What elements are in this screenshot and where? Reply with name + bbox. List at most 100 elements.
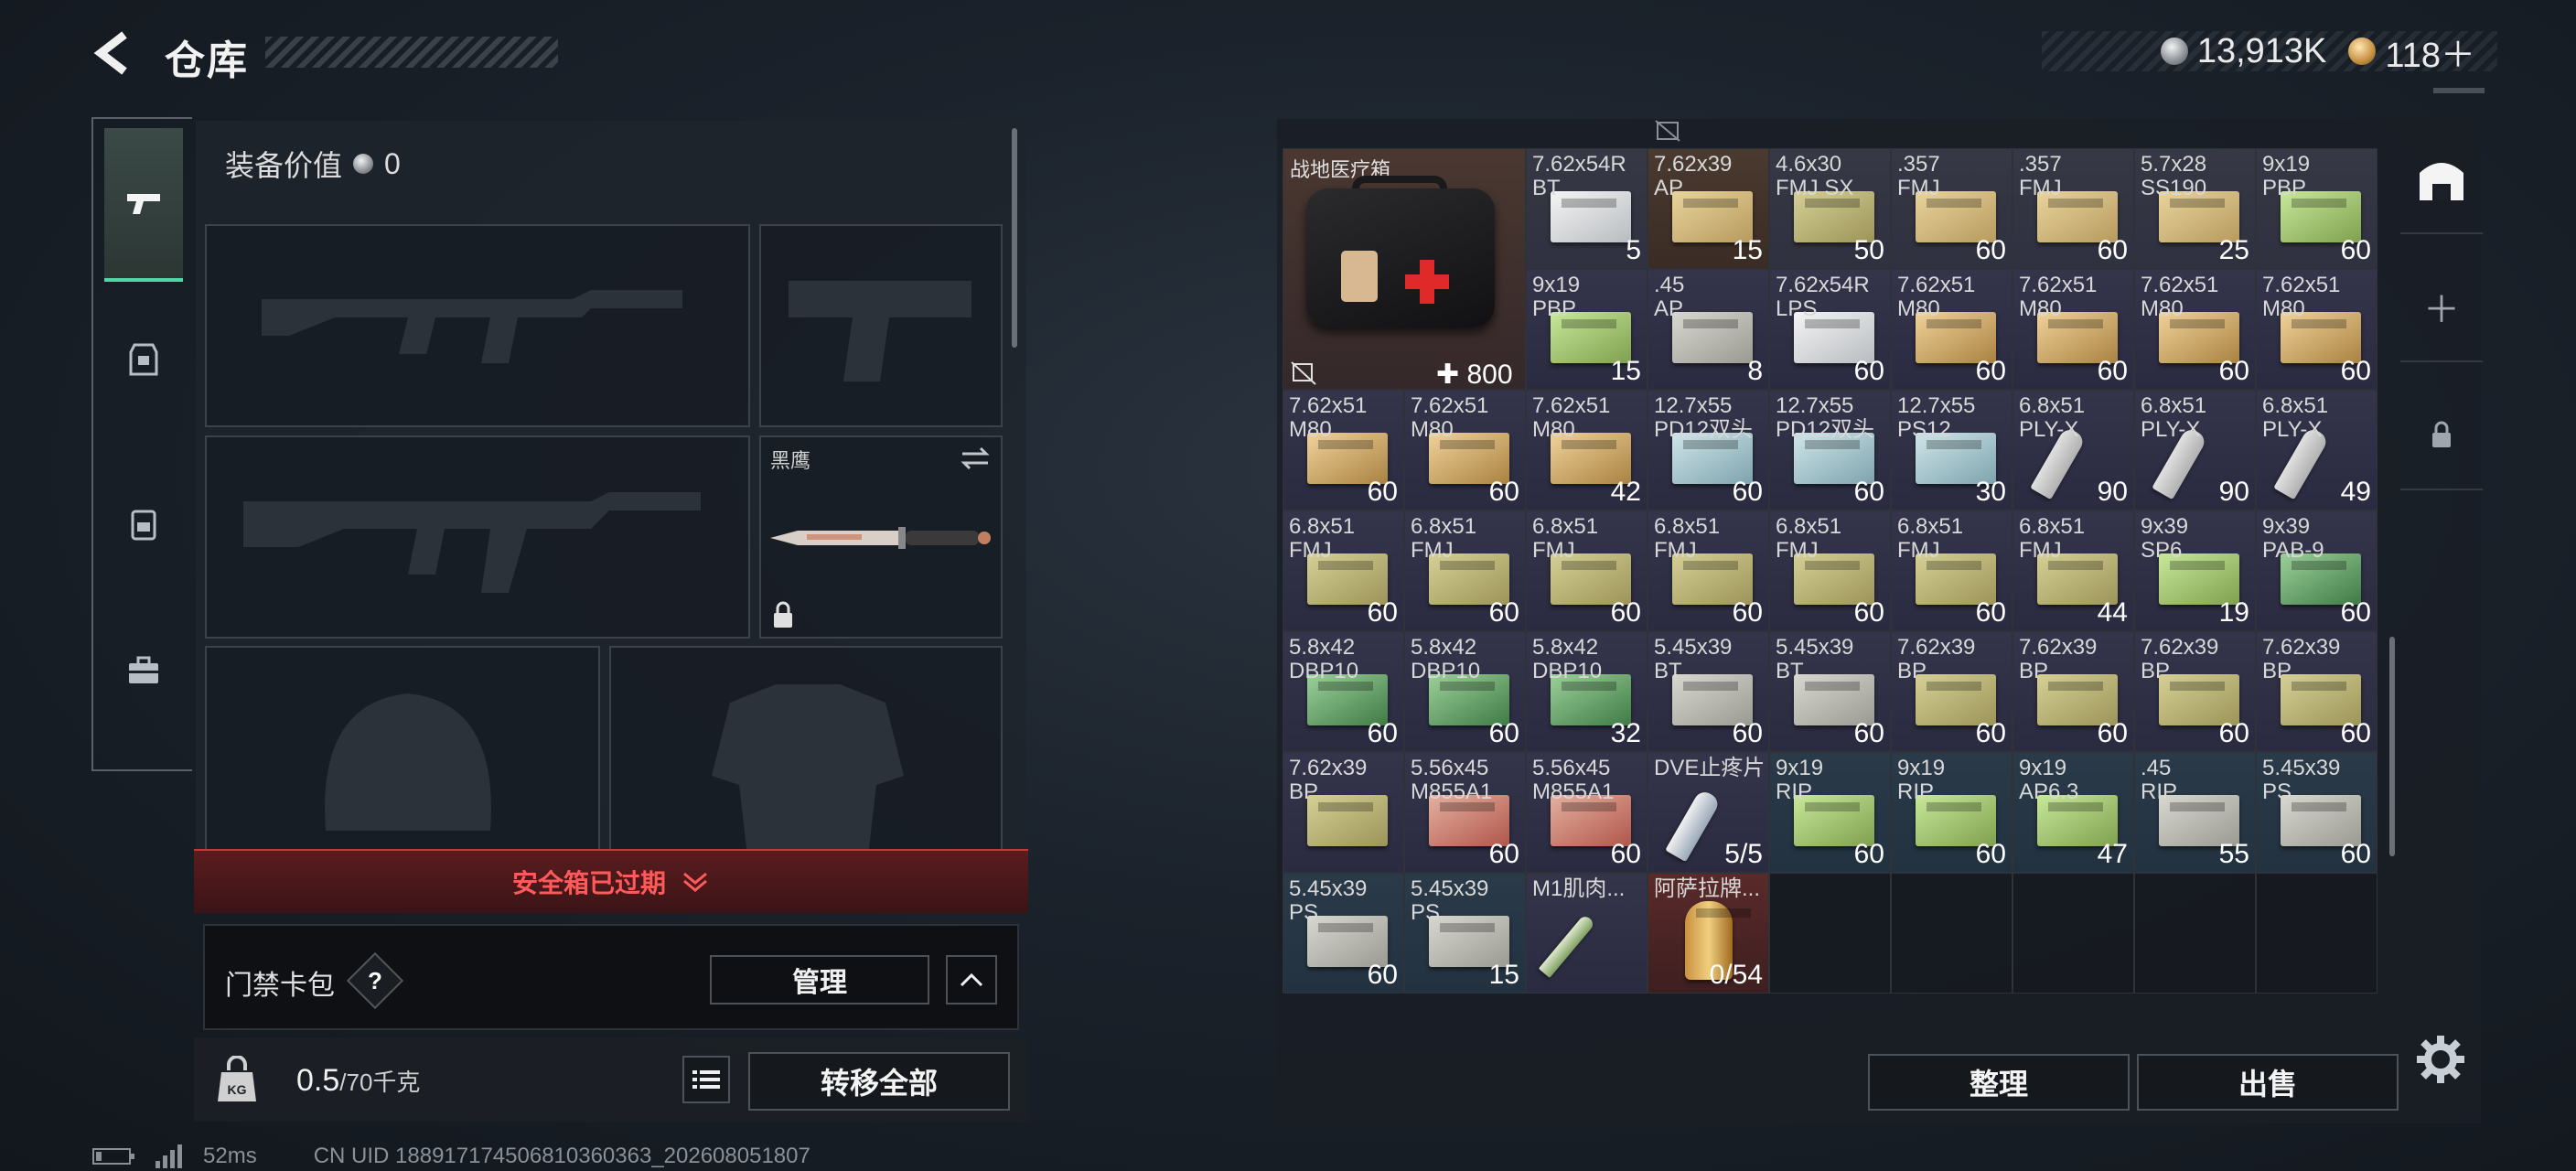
secondary-weapon-slot[interactable] — [205, 435, 750, 639]
stash-scrollbar[interactable] — [2389, 637, 2395, 856]
stash-item[interactable]: 6.8x51 FMJ 60 — [1404, 510, 1526, 631]
stash-item[interactable]: 阿萨拉牌... 0/54 — [1648, 873, 1769, 994]
armor-slot[interactable] — [609, 646, 1003, 864]
collapse-button[interactable] — [946, 955, 997, 1004]
stash-item[interactable]: 7.62x39 BP 60 — [1891, 631, 2012, 752]
stash-item[interactable]: 7.62x39 BP — [1283, 752, 1404, 873]
stash-item[interactable]: 6.8x51 FMJ 60 — [1283, 510, 1404, 631]
primary-weapon-slot[interactable] — [205, 224, 750, 427]
stash-item[interactable]: 9x39 SP6 19 — [2134, 510, 2256, 631]
stash-item[interactable]: 5.45x39 PS 60 — [2256, 752, 2377, 873]
item-count: 44 — [2097, 597, 2128, 628]
stash-item[interactable]: 6.8x51 PLY-X 90 — [2012, 390, 2134, 510]
stash-item[interactable]: 5.45x39 BT 60 — [1769, 631, 1891, 752]
stash-item[interactable]: 6.8x51 FMJ 60 — [1891, 510, 2012, 631]
stash-item[interactable]: 9x19 RIP 60 — [1769, 752, 1891, 873]
stash-item[interactable]: 9x19 PBP 15 — [1526, 269, 1648, 390]
stash-item[interactable]: 7.62x51 M80 60 — [1891, 269, 2012, 390]
stash-item[interactable]: 5.45x39 PS 60 — [1283, 873, 1404, 994]
stash-item[interactable]: 9x19 RIP 60 — [1891, 752, 2012, 873]
stash-item[interactable]: 9x19 AP6.3 47 — [2012, 752, 2134, 873]
item-name: 5.7x28 SS190 — [2141, 152, 2207, 200]
stash-home-button[interactable] — [2400, 124, 2483, 234]
transfer-all-button[interactable]: 转移全部 — [748, 1052, 1010, 1111]
item-name: 5.8x42 DBP10 — [1532, 635, 1603, 683]
silver-currency-value: 13,913K — [2196, 31, 2327, 70]
empty-stash-slot[interactable] — [2012, 873, 2134, 994]
helmet-slot[interactable] — [205, 646, 600, 862]
stash-item[interactable]: 7.62x51 M80 60 — [2012, 269, 2134, 390]
stash-item[interactable]: 12.7x55 PD12双头 60 — [1648, 390, 1769, 510]
stash-item[interactable]: 5.8x42 DBP10 60 — [1404, 631, 1526, 752]
tab-briefcase[interactable] — [104, 631, 183, 710]
stash-item[interactable]: 7.62x39 BP 60 — [2012, 631, 2134, 752]
stash-item[interactable]: .357 FMJ 60 — [2012, 148, 2134, 269]
tab-weapons[interactable] — [104, 128, 183, 282]
item-count: 60 — [2340, 356, 2371, 386]
empty-stash-slot[interactable] — [1891, 873, 2012, 994]
stash-item[interactable]: 6.8x51 PLY-X 49 — [2256, 390, 2377, 510]
stash-item[interactable]: 7.62x51 M80 60 — [2134, 269, 2256, 390]
stash-item[interactable]: DVE止疼片 5/5 — [1648, 752, 1769, 873]
stash-item[interactable]: .45 RIP 55 — [2134, 752, 2256, 873]
stash-item[interactable]: 6.8x51 PLY-X 90 — [2134, 390, 2256, 510]
item-name: 6.8x51 PLY-X — [2019, 393, 2086, 442]
gear-icon[interactable] — [2415, 1034, 2466, 1085]
melee-slot[interactable]: 黑鹰 — [759, 435, 1003, 639]
equipment-scrollbar[interactable] — [1012, 128, 1017, 348]
stash-item[interactable]: 6.8x51 FMJ 60 — [1648, 510, 1769, 631]
item-name: 5.45x39 PS — [1289, 876, 1368, 925]
pistol-slot[interactable] — [759, 224, 1003, 427]
stash-item[interactable]: 5.8x42 DBP10 32 — [1526, 631, 1648, 752]
gold-currency-value[interactable]: 118＋ — [2385, 27, 2475, 77]
item-count: 15 — [1732, 235, 1763, 265]
stash-item[interactable]: 7.62x54R BT 5 — [1526, 148, 1648, 269]
stash-item[interactable]: 5.45x39 BT 60 — [1648, 631, 1769, 752]
stash-item[interactable]: 7.62x39 AP 15 — [1648, 148, 1769, 269]
stash-item[interactable]: M1肌肉... — [1526, 873, 1648, 994]
list-view-button[interactable] — [682, 1056, 730, 1103]
stash-item[interactable]: 9x39 PAB-9 60 — [2256, 510, 2377, 631]
stash-item[interactable]: 4.6x30 FMJ SX 50 — [1769, 148, 1891, 269]
stash-item[interactable]: 7.62x51 M80 42 — [1526, 390, 1648, 510]
item-name: 5.45x39 PS — [1411, 876, 1489, 925]
stash-item[interactable]: 5.56x45 M855A1 60 — [1404, 752, 1526, 873]
empty-stash-slot[interactable] — [2134, 873, 2256, 994]
empty-stash-slot[interactable] — [2256, 873, 2377, 994]
tab-vest[interactable] — [104, 320, 183, 399]
stash-item[interactable]: 7.62x51 M80 60 — [1283, 390, 1404, 510]
item-name: 7.62x51 M80 — [2019, 273, 2098, 321]
item-count: 42 — [1610, 477, 1641, 507]
stash-item[interactable]: 7.62x54R LPS 60 — [1769, 269, 1891, 390]
stash-item[interactable]: 5.8x42 DBP10 60 — [1283, 631, 1404, 752]
stash-item[interactable]: 12.7x55 PD12双头 60 — [1769, 390, 1891, 510]
stash-item[interactable]: 12.7x55 PS12 30 — [1891, 390, 2012, 510]
stash-item[interactable]: .357 FMJ 60 — [1891, 148, 2012, 269]
locked-stash-page[interactable] — [2400, 381, 2483, 490]
stash-item[interactable]: 9x19 PBP 60 — [2256, 148, 2377, 269]
stash-item[interactable]: 7.62x51 M80 60 — [2256, 269, 2377, 390]
sort-button[interactable]: 整理 — [1868, 1054, 2130, 1111]
item-count: 60 — [1732, 477, 1763, 507]
stash-item[interactable]: 5.56x45 M855A1 60 — [1526, 752, 1648, 873]
item-name: 5.45x39 BT — [1776, 635, 1854, 683]
tab-backpack[interactable] — [104, 485, 183, 564]
stash-item[interactable]: .45 AP 8 — [1648, 269, 1769, 390]
stash-item[interactable]: 7.62x39 BP 60 — [2134, 631, 2256, 752]
stash-item[interactable]: 7.62x39 BP 60 — [2256, 631, 2377, 752]
corner-decoration — [2433, 88, 2485, 93]
stash-item[interactable]: 6.8x51 FMJ 60 — [1526, 510, 1648, 631]
stash-item[interactable]: 6.8x51 FMJ 60 — [1769, 510, 1891, 631]
sell-button[interactable]: 出售 — [2137, 1054, 2399, 1111]
stash-item[interactable]: 6.8x51 FMJ 44 — [2012, 510, 2134, 631]
safebox-expired-banner[interactable]: 安全箱已过期 — [194, 849, 1028, 913]
manage-button[interactable]: 管理 — [710, 955, 929, 1004]
safebox-status: 安全箱已过期 — [511, 869, 666, 897]
swap-icon[interactable] — [959, 445, 992, 472]
stash-item[interactable]: 7.62x51 M80 60 — [1404, 390, 1526, 510]
add-stash-page-button[interactable]: ＋ — [2400, 252, 2483, 362]
back-arrow-icon[interactable] — [88, 27, 139, 79]
stash-item[interactable]: 5.45x39 PS 15 — [1404, 873, 1526, 994]
empty-stash-slot[interactable] — [1769, 873, 1891, 994]
stash-item[interactable]: 5.7x28 SS190 25 — [2134, 148, 2256, 269]
